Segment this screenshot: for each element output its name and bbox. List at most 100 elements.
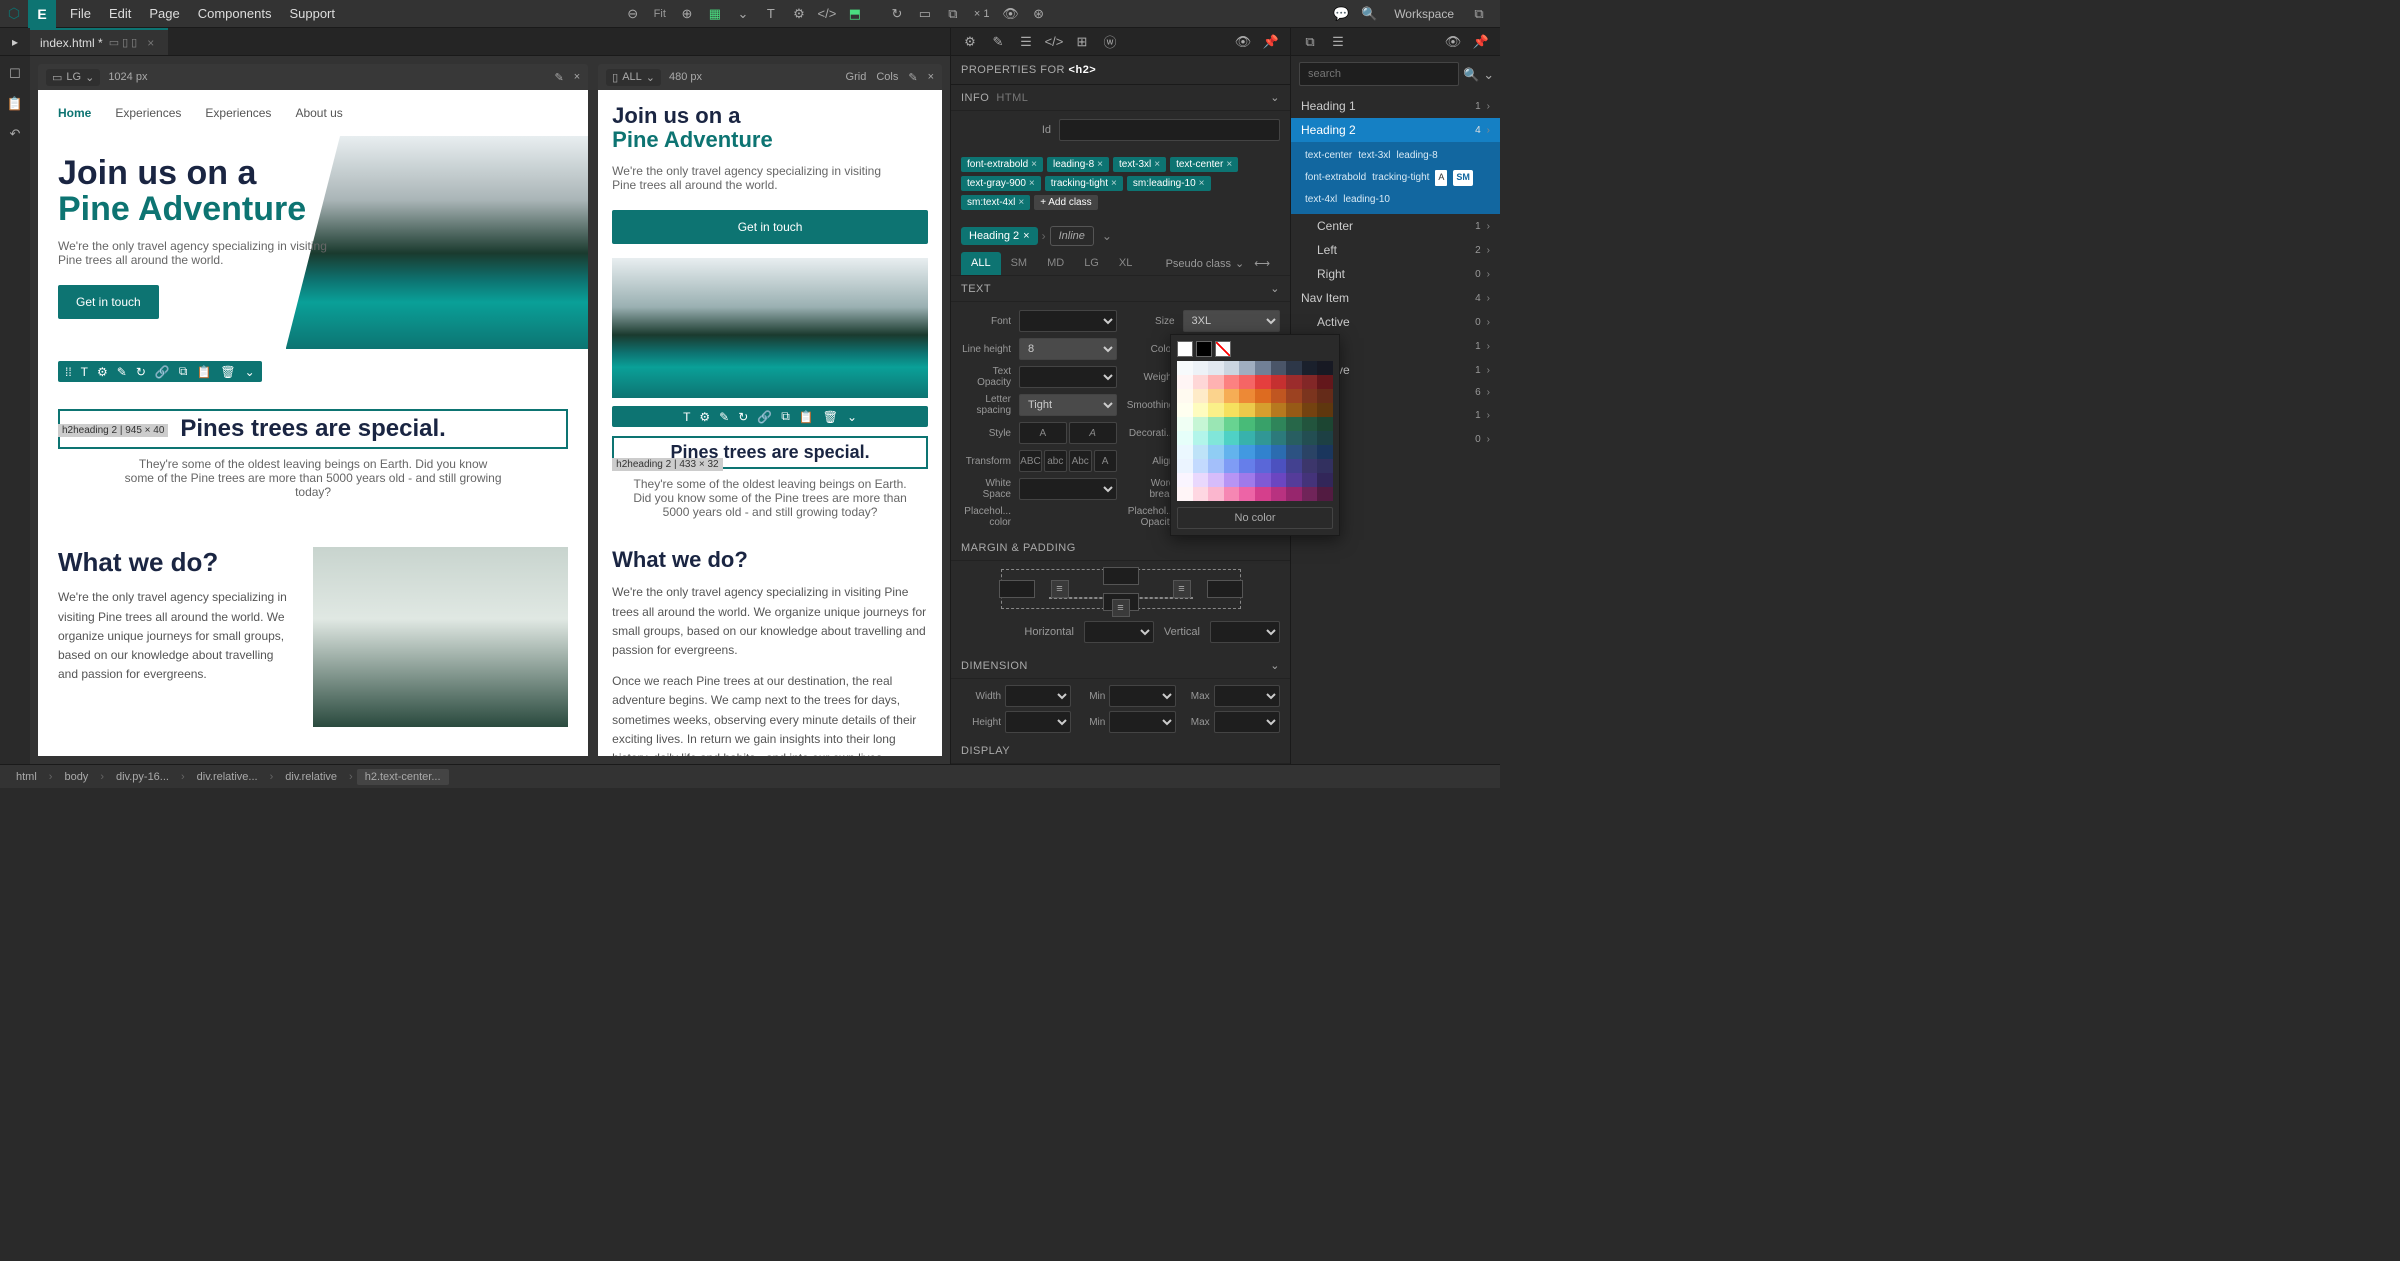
color-swatch[interactable] xyxy=(1239,445,1255,459)
color-swatch[interactable] xyxy=(1224,375,1240,389)
crumb-active[interactable]: h2.text-center... xyxy=(357,769,449,785)
color-swatch[interactable] xyxy=(1208,389,1224,403)
class-tag[interactable]: text-center× xyxy=(1170,157,1238,172)
color-swatch[interactable] xyxy=(1302,375,1318,389)
color-swatch[interactable] xyxy=(1224,361,1240,375)
id-input[interactable] xyxy=(1059,119,1280,141)
menu-components[interactable]: Components xyxy=(198,6,272,21)
sm-et-reload-icon[interactable]: ↻ xyxy=(735,410,751,424)
et-dup-icon[interactable]: ⧉ xyxy=(176,364,191,379)
tree-item[interactable]: Nav Item4› xyxy=(1291,286,1500,310)
color-swatch[interactable] xyxy=(1224,417,1240,431)
color-swatch[interactable] xyxy=(1255,473,1271,487)
crumb[interactable]: body xyxy=(56,769,96,785)
color-swatch[interactable] xyxy=(1271,361,1287,375)
bp-tab-all[interactable]: ALL xyxy=(961,252,1001,275)
sm-what-title[interactable]: What we do? xyxy=(612,547,928,573)
color-swatch[interactable] xyxy=(1239,375,1255,389)
color-swatch[interactable] xyxy=(1177,445,1193,459)
color-picker-popup[interactable]: No color xyxy=(1170,334,1340,536)
inline-chip[interactable]: Inline xyxy=(1050,226,1094,246)
code-icon[interactable]: </> xyxy=(814,1,840,27)
left-rail-toggle[interactable]: ▸ xyxy=(0,28,30,55)
font-select[interactable] xyxy=(1019,310,1117,332)
color-swatch[interactable] xyxy=(1177,431,1193,445)
sm-what-p2[interactable]: Once we reach Pine trees at our destinat… xyxy=(612,672,928,756)
color-swatch[interactable] xyxy=(1317,473,1333,487)
color-swatch[interactable] xyxy=(1239,459,1255,473)
color-swatch[interactable] xyxy=(1193,403,1209,417)
tree-eye-icon[interactable]: 👁 xyxy=(1440,29,1466,55)
reload-icon[interactable]: ↻ xyxy=(884,1,910,27)
color-swatch[interactable] xyxy=(1177,403,1193,417)
maxw-select[interactable] xyxy=(1214,685,1280,707)
color-swatch[interactable] xyxy=(1302,361,1318,375)
color-swatch[interactable] xyxy=(1317,487,1333,501)
color-swatch[interactable] xyxy=(1177,361,1193,375)
add-class-button[interactable]: + Add class xyxy=(1034,195,1097,210)
color-swatch[interactable] xyxy=(1239,473,1255,487)
section-description[interactable]: They're some of the oldest leaving being… xyxy=(123,457,503,499)
color-swatch[interactable] xyxy=(1271,417,1287,431)
settings-icon[interactable]: ⚙ xyxy=(786,1,812,27)
pinegrow-logo-icon[interactable]: ⬡ xyxy=(0,0,28,28)
tree-item[interactable]: Right0› xyxy=(1291,262,1500,286)
color-swatch[interactable] xyxy=(1239,389,1255,403)
color-swatch[interactable] xyxy=(1271,473,1287,487)
tree-item[interactable]: Heading 24› xyxy=(1291,118,1500,142)
margin-section-head[interactable]: MARGIN & PADDING xyxy=(951,536,1290,561)
color-swatch[interactable] xyxy=(1208,403,1224,417)
globe-icon[interactable]: ⊛ xyxy=(1026,1,1052,27)
color-swatch[interactable] xyxy=(1286,459,1302,473)
bp-tab-lg[interactable]: LG xyxy=(1074,252,1109,275)
color-swatch[interactable] xyxy=(1255,417,1271,431)
tree-pin-icon[interactable]: 📌 xyxy=(1468,29,1494,55)
tree-search-chevron-icon[interactable]: ⌄ xyxy=(1483,62,1494,88)
color-swatch[interactable] xyxy=(1208,473,1224,487)
crumb[interactable]: html xyxy=(8,769,45,785)
color-swatch[interactable] xyxy=(1193,473,1209,487)
color-swatch[interactable] xyxy=(1177,487,1193,501)
props-eye-icon[interactable]: 👁 xyxy=(1230,29,1256,55)
color-swatch[interactable] xyxy=(1255,375,1271,389)
app-logo[interactable]: E xyxy=(28,0,56,28)
sm-cta-button[interactable]: Get in touch xyxy=(612,210,928,244)
color-swatch[interactable] xyxy=(1302,487,1318,501)
style-normal[interactable]: A xyxy=(1019,422,1067,444)
props-brush-icon[interactable]: ✎ xyxy=(985,29,1011,55)
color-swatch[interactable] xyxy=(1302,389,1318,403)
props-list-icon[interactable]: ☰ xyxy=(1013,29,1039,55)
vertical-select[interactable] xyxy=(1210,621,1280,643)
padding-right-handle[interactable]: ≡ xyxy=(1173,580,1191,598)
color-swatch[interactable] xyxy=(1317,361,1333,375)
props-wp-icon[interactable]: ⓦ xyxy=(1097,29,1123,55)
et-trash-icon[interactable]: 🗑 xyxy=(217,365,238,379)
canvas-lg-body[interactable]: Home Experiences Experiences About us Jo… xyxy=(38,90,588,756)
color-swatch[interactable] xyxy=(1271,487,1287,501)
color-swatch[interactable] xyxy=(1224,389,1240,403)
canvas-close-icon[interactable]: × xyxy=(574,71,580,83)
tree-stack-icon[interactable]: ☰ xyxy=(1325,29,1351,55)
tree-copy-icon[interactable]: ⧉ xyxy=(1297,29,1323,55)
color-swatch[interactable] xyxy=(1224,487,1240,501)
nav-home[interactable]: Home xyxy=(58,106,91,120)
color-swatch[interactable] xyxy=(1208,459,1224,473)
color-swatch[interactable] xyxy=(1224,403,1240,417)
tt-cap[interactable]: Abc xyxy=(1069,450,1092,472)
cta-button[interactable]: Get in touch xyxy=(58,285,159,319)
margin-right-input[interactable] xyxy=(1207,580,1243,598)
color-swatch[interactable] xyxy=(1302,459,1318,473)
color-swatch[interactable] xyxy=(1208,431,1224,445)
color-swatch[interactable] xyxy=(1302,445,1318,459)
cols-label[interactable]: Cols xyxy=(876,71,898,83)
maxh-select[interactable] xyxy=(1214,711,1280,733)
tree-search-icon[interactable]: 🔍 xyxy=(1463,62,1479,88)
color-swatch[interactable] xyxy=(1177,459,1193,473)
color-swatch[interactable] xyxy=(1317,459,1333,473)
color-swatch[interactable] xyxy=(1286,473,1302,487)
color-swatch[interactable] xyxy=(1224,431,1240,445)
color-swatch[interactable] xyxy=(1286,431,1302,445)
library-icon[interactable]: ☐ xyxy=(3,62,27,86)
canvas-sm-edit-icon[interactable]: ✎ xyxy=(908,71,917,84)
sm-et-dup-icon[interactable]: ⧉ xyxy=(778,409,793,424)
